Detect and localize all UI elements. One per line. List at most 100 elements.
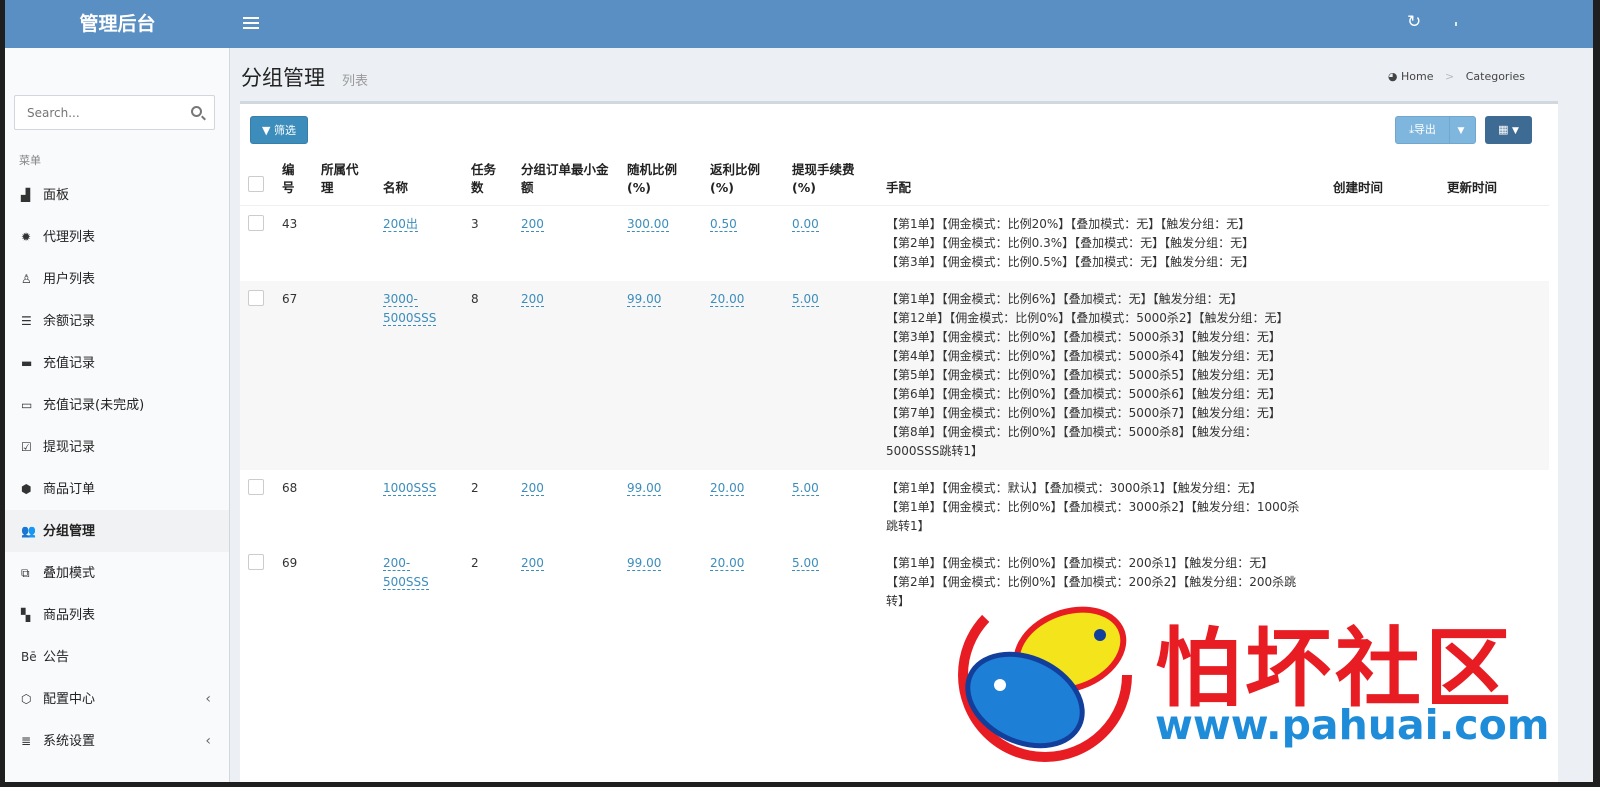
- search-icon[interactable]: [191, 106, 202, 117]
- sidebar-item-label: 面板: [43, 188, 70, 203]
- cell-updated: [1439, 206, 1549, 282]
- cell-name[interactable]: 200-500SSS: [383, 556, 429, 590]
- sidebar-item-4[interactable]: ▬ 充值记录: [5, 342, 229, 384]
- row-checkbox[interactable]: [248, 215, 264, 231]
- export-dropdown-caret[interactable]: ▼: [1450, 118, 1472, 144]
- cell-rebate-ratio[interactable]: 20.00: [710, 556, 745, 571]
- breadcrumb-current: Categories: [1465, 70, 1525, 83]
- config-line: 【第3单】【佣金模式：比例0%】【叠加模式：5000杀3】【触发分组：无】: [886, 330, 1281, 344]
- cell-rebate-ratio[interactable]: 20.00: [710, 292, 745, 307]
- config-line: 【第4单】【佣金模式：比例0%】【叠加模式：5000杀4】【触发分组：无】: [886, 349, 1281, 363]
- row-checkbox[interactable]: [248, 479, 264, 495]
- cell-rebate-ratio[interactable]: 0.50: [710, 217, 737, 232]
- cell-min-amount[interactable]: 200: [521, 556, 544, 571]
- top-navbar: 管理后台 ↻: [5, 0, 1593, 48]
- sidebar-item-7[interactable]: ⬢ 商品订单: [5, 468, 229, 510]
- table-row[interactable]: 67 3000-5000SSS 8 200 99.00 20.00 5.00 【第1单】【佣金…: [240, 281, 1549, 470]
- cell-tasks: 2: [471, 556, 479, 570]
- cell-id: 67: [282, 292, 298, 306]
- columns-toggle-button[interactable]: ▦ ▼: [1485, 116, 1532, 144]
- config-line: 【第8单】【佣金模式：比例0%】【叠加模式：5000杀8】【触发分组：5000S…: [886, 425, 1257, 458]
- breadcrumb: ◕ Home > Categories: [1388, 70, 1525, 83]
- row-checkbox[interactable]: [248, 554, 264, 570]
- sidebar-item-11[interactable]: Bē 公告: [5, 636, 229, 678]
- cell-random-ratio[interactable]: 99.00: [627, 556, 662, 571]
- cell-tasks: 8: [471, 292, 479, 306]
- filter-icon: ▼: [262, 124, 271, 137]
- export-button[interactable]: ⤓导出 ▼: [1395, 116, 1476, 144]
- search-input[interactable]: [15, 96, 175, 129]
- cell-created: [1325, 470, 1439, 545]
- cell-name[interactable]: 200出: [383, 217, 418, 232]
- cell-config: 【第1单】【佣金模式：比例20%】【叠加模式：无】【触发分组：无】 【第2单】【佣…: [878, 206, 1325, 282]
- sidebar-item-9[interactable]: ⧉ 叠加模式: [5, 552, 229, 594]
- cell-min-amount[interactable]: 200: [521, 292, 544, 307]
- cell-random-ratio[interactable]: 99.00: [627, 292, 662, 307]
- wpforms-icon: ▚: [21, 608, 31, 622]
- sidebar-item-1[interactable]: ✹ 代理列表: [5, 216, 229, 258]
- col-created[interactable]: 创建时间: [1333, 179, 1431, 197]
- col-id[interactable]: 编号: [282, 161, 296, 197]
- config-line: 【第1单】【佣金模式：比例20%】【叠加模式：无】【触发分组：无】: [886, 217, 1251, 231]
- page-subtitle: 列表: [342, 74, 369, 89]
- cell-created: [1325, 206, 1439, 282]
- col-config[interactable]: 手配: [886, 179, 1317, 197]
- cell-random-ratio[interactable]: 300.00: [627, 217, 669, 232]
- sidebar-item-label: 充值记录: [43, 356, 96, 371]
- cell-withdraw-fee[interactable]: 5.00: [792, 556, 819, 571]
- col-updated[interactable]: 更新时间: [1447, 179, 1541, 197]
- col-withdraw-fee[interactable]: 提现手续费(%): [792, 161, 870, 197]
- select-all-checkbox[interactable]: [248, 176, 264, 192]
- cell-withdraw-fee[interactable]: 0.00: [792, 217, 819, 232]
- table-row[interactable]: 43 200出 3 200 300.00 0.50 0.00 【第1单】【佣金模式：比例20%…: [240, 206, 1549, 282]
- watermark-url: www.pahuai.com: [1155, 701, 1550, 749]
- cell-min-amount[interactable]: 200: [521, 217, 544, 232]
- page-title: 分组管理: [241, 66, 325, 90]
- filter-label: 筛选: [273, 124, 296, 137]
- refresh-icon[interactable]: ↻: [1407, 12, 1421, 32]
- cell-name[interactable]: 3000-5000SSS: [383, 292, 437, 326]
- cell-withdraw-fee[interactable]: 5.00: [792, 481, 819, 496]
- sidebar-item-2[interactable]: ♙ 用户列表: [5, 258, 229, 300]
- sidebar-item-6[interactable]: ☑ 提现记录: [5, 426, 229, 468]
- groups-table: 编号 所属代理 名称 任务数 分组订单最小金额 随机比例(%) 返利比例(%) …: [240, 157, 1549, 620]
- object-group-icon: ⧉: [21, 566, 30, 580]
- breadcrumb-home[interactable]: Home: [1401, 70, 1433, 83]
- col-rebate-ratio[interactable]: 返利比例(%): [710, 161, 770, 197]
- cell-updated: [1439, 281, 1549, 470]
- col-min-amount[interactable]: 分组订单最小金额: [521, 161, 609, 197]
- col-name[interactable]: 名称: [383, 179, 455, 197]
- sidebar-item-5[interactable]: ▭ 充值记录(未完成): [5, 384, 229, 426]
- user-menu-dot[interactable]: [1455, 22, 1457, 26]
- cell-rebate-ratio[interactable]: 20.00: [710, 481, 745, 496]
- sidebar-item-3[interactable]: ☰ 余额记录: [5, 300, 229, 342]
- config-line: 【第6单】【佣金模式：比例0%】【叠加模式：5000杀6】【触发分组：无】: [886, 387, 1281, 401]
- row-checkbox[interactable]: [248, 290, 264, 306]
- cell-tasks: 2: [471, 481, 479, 495]
- sidebar-item-label: 商品订单: [43, 482, 96, 497]
- sidebar-item-12[interactable]: ⬡ 配置中心 ‹: [5, 678, 229, 720]
- check-square-icon: ☑: [21, 440, 32, 454]
- hexagon-icon: ⬡: [21, 692, 32, 706]
- sidebar-item-label: 叠加模式: [43, 566, 96, 581]
- col-tasks[interactable]: 任务数: [471, 161, 499, 197]
- col-agent[interactable]: 所属代理: [321, 161, 365, 197]
- config-line: 【第12单】【佣金模式：比例0%】【叠加模式：5000杀2】【触发分组：无】: [886, 311, 1289, 325]
- sidebar-menu: ▟ 面板 ✹ 代理列表 ♙ 用户列表 ☰ 余额记录 ▬ 充值记录 ▭ 充值记录(未完成) ☑ 提现记录 ⬢ 商…: [5, 174, 229, 762]
- sidebar-item-10[interactable]: ▚ 商品列表: [5, 594, 229, 636]
- cell-withdraw-fee[interactable]: 5.00: [792, 292, 819, 307]
- sidebar-item-13[interactable]: ≣ 系统设置 ‹: [5, 720, 229, 762]
- sidebar-item-0[interactable]: ▟ 面板: [5, 174, 229, 216]
- cell-min-amount[interactable]: 200: [521, 481, 544, 496]
- table-row[interactable]: 68 1000SSS 2 200 99.00 20.00 5.00 【第1单】【佣金模式：默认…: [240, 470, 1549, 545]
- app-logo[interactable]: 管理后台: [5, 0, 230, 48]
- users-icon: 👥: [21, 524, 36, 538]
- col-random-ratio[interactable]: 随机比例(%): [627, 161, 689, 197]
- sidebar-toggle-icon[interactable]: [243, 14, 259, 34]
- filter-button[interactable]: ▼ 筛选: [250, 116, 308, 144]
- gear-icon: ✹: [21, 230, 32, 244]
- cell-random-ratio[interactable]: 99.00: [627, 481, 662, 496]
- config-line: 【第1单】【佣金模式：比例6%】【叠加模式：无】【触发分组：无】: [886, 292, 1243, 306]
- cell-name[interactable]: 1000SSS: [383, 481, 437, 496]
- sidebar-item-8[interactable]: 👥 分组管理: [5, 510, 229, 552]
